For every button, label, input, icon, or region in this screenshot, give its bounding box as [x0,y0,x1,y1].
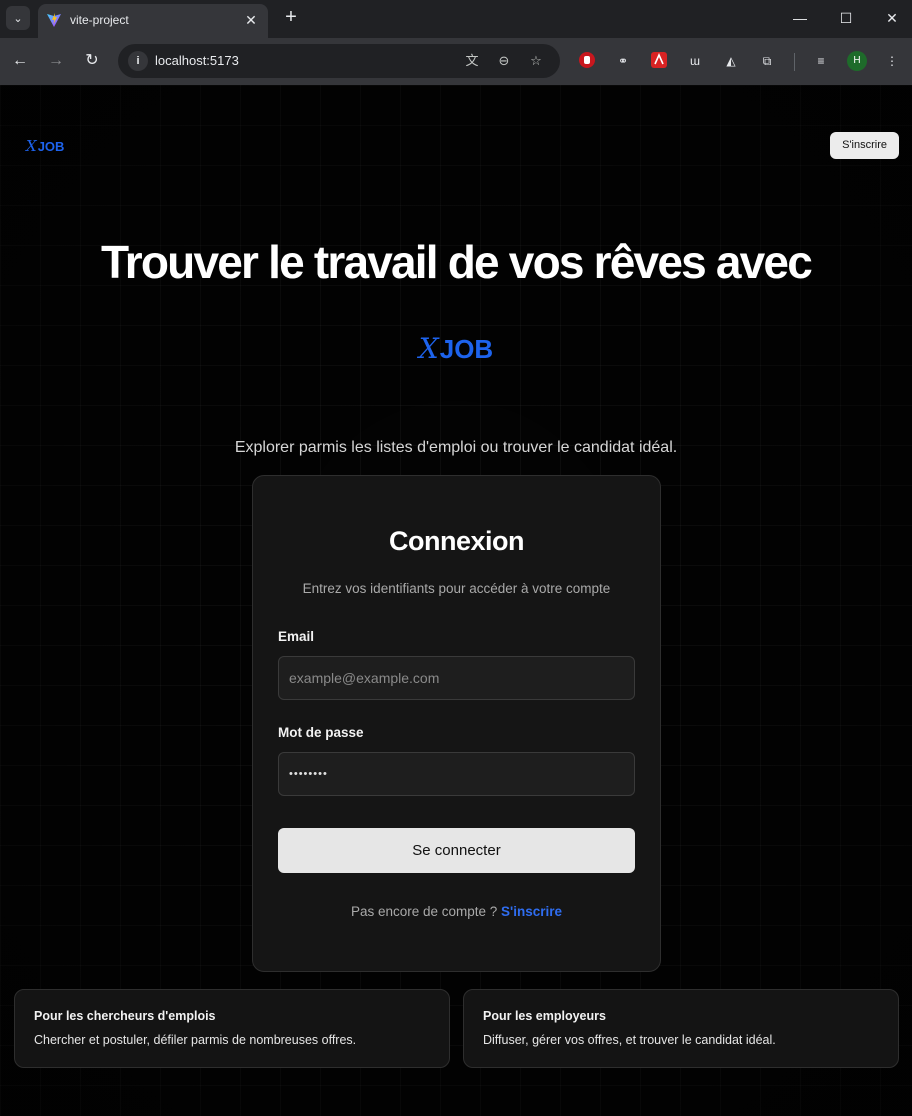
plus-icon: + [285,6,297,28]
logo-text: JOB [37,139,65,154]
new-tab-button[interactable]: + [280,6,302,28]
reload-button[interactable]: ↻ [81,50,103,72]
maximize-button[interactable]: ☐ [834,6,858,30]
page-viewport: X JOB S'inscrire Trouver le travail de v… [0,85,912,1116]
profile-avatar[interactable]: H [847,51,867,71]
toolbar-divider [794,53,795,71]
arrow-right-icon: → [48,52,64,69]
pdf-icon[interactable] [649,51,669,71]
cloud-link-icon[interactable]: ⚭ [613,51,633,71]
login-title: Connexion [389,526,525,556]
browser-tab-bar: ⌄ vite-project ✕ + — ☐ ✕ [0,0,912,38]
dictionary-icon[interactable]: ɯ [685,51,705,71]
site-logo[interactable]: X JOB [26,137,64,155]
signup-link[interactable]: S'inscrire [501,904,562,919]
maximize-icon: ☐ [839,10,853,26]
tab-title: vite-project [70,13,129,27]
star-icon[interactable]: ☆ [527,52,545,70]
minimize-icon: — [793,10,807,26]
password-field[interactable] [278,752,635,796]
zoom-out-icon[interactable]: ⊖ [495,52,513,70]
minimize-button[interactable]: — [788,6,812,30]
reload-icon: ↻ [85,52,99,69]
close-icon[interactable]: ✕ [242,11,260,29]
password-label: Mot de passe [278,725,364,740]
kebab-menu-icon[interactable]: ⋮ [882,51,902,71]
hero-logo: X JOB [0,332,912,365]
media-queue-icon[interactable]: ≡ [811,51,831,71]
signup-prompt: Pas encore de compte ? S'inscrire [253,904,660,919]
email-field[interactable] [278,656,635,700]
forward-button[interactable]: → [45,50,67,72]
signup-button[interactable]: S'inscrire [830,132,899,159]
pdf-logo-icon [651,52,667,68]
feature-card-employers: Pour les employeurs Diffuser, gérer vos … [463,989,899,1068]
hero-logo-mark: X [418,332,439,365]
login-description: Entrez vos identifiants pour accéder à v… [302,581,611,596]
hero-title: Trouver le travail de vos rêves avec [100,236,813,288]
back-button[interactable]: ← [9,50,31,72]
url-text[interactable]: localhost:5173 [155,53,239,68]
vite-logo-icon [47,13,61,27]
tab-search-button[interactable]: ⌄ [6,6,30,30]
hero-logo-text: JOB [439,334,494,364]
browser-toolbar: ← → ↻ i localhost:5173 文 ⊖ ☆ ⚭ ɯ ◭ ⧉ ≡ H… [0,38,912,85]
feature-title: Pour les employeurs [483,1009,606,1023]
email-label: Email [278,629,315,644]
proton-icon[interactable]: ◭ [721,51,741,71]
translate-icon[interactable]: 文 [463,52,481,70]
ublock-shield-icon [579,52,595,68]
arrow-left-icon: ← [12,52,28,69]
ublock-icon[interactable] [577,51,597,71]
close-window-button[interactable]: ✕ [880,6,904,30]
login-button[interactable]: Se connecter [278,828,635,873]
feature-card-job-seekers: Pour les chercheurs d'emplois Chercher e… [14,989,450,1068]
browser-tab[interactable]: vite-project ✕ [38,4,268,38]
feature-description: Diffuser, gérer vos offres, et trouver l… [483,1033,776,1047]
info-icon[interactable]: i [128,51,148,71]
puzzle-icon[interactable]: ⧉ [757,51,777,71]
signup-prompt-text: Pas encore de compte ? [350,904,502,919]
logo-mark: X [26,137,37,155]
login-card: Connexion Entrez vos identifiants pour a… [252,475,661,972]
address-bar[interactable]: i localhost:5173 文 ⊖ ☆ [118,44,560,78]
close-icon: ✕ [886,10,898,26]
hero-subtitle: Explorer parmis les listes d'emploi ou t… [234,439,678,456]
feature-title: Pour les chercheurs d'emplois [34,1009,216,1023]
feature-description: Chercher et postuler, défiler parmis de … [34,1033,357,1047]
chevron-down-icon: ⌄ [13,12,23,25]
